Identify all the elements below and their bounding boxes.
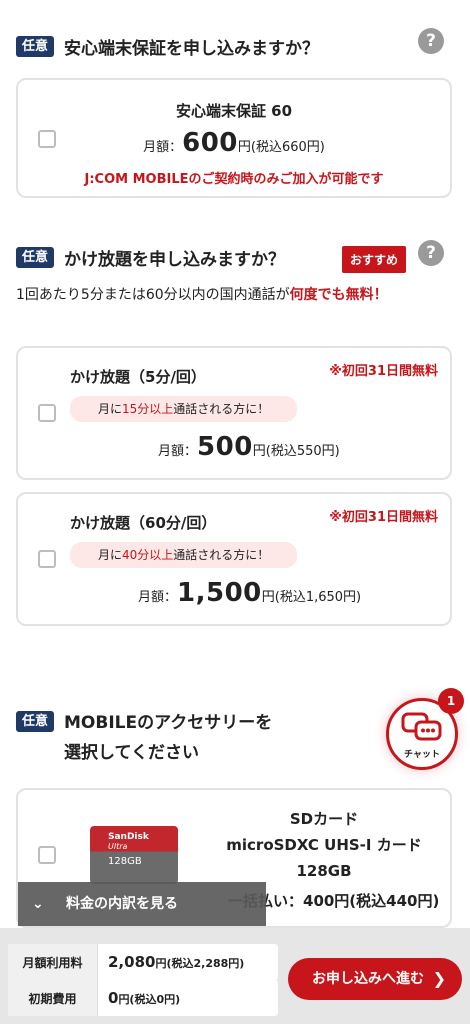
accessory-name: SDカード microSDXC UHS-I カード 128GB <box>198 806 450 884</box>
section-title: 安心端末保証を申し込みますか？ <box>64 39 320 59</box>
section-title: かけ放題を申し込みますか？ <box>64 250 286 270</box>
monthly-fee-tax: 円(税込2,288円) <box>155 957 245 970</box>
optional-badge: 任意 <box>16 247 55 268</box>
kakehodai-5min-checkbox[interactable] <box>38 404 56 422</box>
pill-text: 通話される方に！ <box>173 402 270 416</box>
monthly-fee-value: 2,080円(税込2,288円) <box>98 953 244 971</box>
sd-capacity-text: 128GB <box>108 856 142 867</box>
price-suffix: 円(税込550円) <box>252 444 340 459</box>
chat-icon <box>401 712 442 741</box>
section-title-line: MOBILEのアクセサリーを <box>64 713 273 733</box>
initial-fee-tax: 円(税込0円) <box>118 993 181 1006</box>
chat-label: チャット <box>404 750 440 760</box>
price-prefix: 月額： <box>158 444 198 459</box>
apply-button-label: お申し込みへ進む <box>312 971 424 987</box>
accessory-name-line: microSDXC UHS-I カード <box>226 836 422 854</box>
usage-pill: 月に15分以上通話される方に！ <box>70 396 298 422</box>
sd-card-checkbox[interactable] <box>38 846 56 864</box>
kakehodai-5min-card[interactable]: かけ放題（5分/回） ※初回31日間無料 月に15分以上通話される方に！ 月額：… <box>16 346 452 480</box>
sd-brand-text: SanDisk <box>108 832 149 842</box>
desc-text: 1回あたり5分または60分以内の国内通話が <box>16 287 290 303</box>
accessory-name-line: 128GB <box>296 862 352 880</box>
price-suffix: 円(税込1,650円) <box>261 590 362 605</box>
desc-highlight: 何度でも無料！ <box>289 287 388 303</box>
price-value: 600 <box>182 128 238 158</box>
plan-name: 安心端末保証 60 <box>175 102 293 120</box>
price-line: 月額：1,500円(税込1,650円) <box>138 578 361 608</box>
price-prefix: 月額： <box>138 590 178 605</box>
kakehodai-60min-card[interactable]: かけ放題（60分/回） ※初回31日間無料 月に40分以上通話される方に！ 月額… <box>16 492 452 626</box>
free-trial-note: ※初回31日間無料 <box>329 364 438 379</box>
apply-button[interactable]: お申し込みへ進む ❯ <box>288 958 462 1000</box>
initial-fee-label: 初期費用 <box>8 980 98 1016</box>
accessory-name-line: SDカード <box>289 810 359 828</box>
chat-notification-badge: 1 <box>438 688 464 714</box>
section-title-line: 選択してください <box>64 743 199 763</box>
chevron-down-icon: ⌄ <box>32 896 44 912</box>
plan-name: かけ放題（5分/回） <box>70 368 206 386</box>
price-line: 月額：500円(税込550円) <box>158 432 340 462</box>
pill-text: 月に <box>98 402 123 416</box>
guarantee-section-header: 任意 安心端末保証を申し込みますか？ <box>16 34 454 59</box>
sd-card-image: SanDisk Ultra 128GB <box>90 826 178 884</box>
help-icon[interactable]: ? <box>418 240 444 266</box>
pill-highlight: 40分以上 <box>122 548 174 562</box>
fee-breakdown-toggle[interactable]: ⌄ 料金の内訳を見る <box>18 882 266 926</box>
pill-text: 月に <box>98 548 123 562</box>
monthly-fee-row: 月額利用料 2,080円(税込2,288円) <box>8 944 278 980</box>
monthly-fee-label: 月額利用料 <box>8 944 98 980</box>
breakdown-label: 料金の内訳を見る <box>66 896 178 912</box>
sd-series-text: Ultra <box>108 842 128 851</box>
monthly-fee-amount: 2,080 <box>108 953 156 971</box>
initial-fee-row: 初期費用 0円(税込0円) <box>8 980 278 1016</box>
pill-highlight: 15分以上 <box>122 402 174 416</box>
price-prefix: 月額： <box>143 140 183 155</box>
recommend-badge: おすすめ <box>342 246 407 273</box>
initial-fee-amount: 0 <box>108 989 119 1007</box>
price-suffix: 円(税込660円) <box>237 140 325 155</box>
price-value: 500 <box>197 432 253 462</box>
plan-name: かけ放題（60分/回） <box>70 514 217 532</box>
optional-badge: 任意 <box>16 36 55 57</box>
kakehodai-60min-checkbox[interactable] <box>38 550 56 568</box>
chevron-right-icon: ❯ <box>432 969 446 988</box>
optional-badge: 任意 <box>16 711 55 732</box>
price-footer: 月額利用料 2,080円(税込2,288円) 初期費用 0円(税込0円) お申し… <box>0 928 470 1024</box>
section-title: MOBILEのアクセサリーを 選択してください <box>64 708 272 768</box>
usage-pill: 月に40分以上通話される方に！ <box>70 542 298 568</box>
help-icon[interactable]: ? <box>418 28 444 54</box>
price-value: 1,500 <box>177 578 262 608</box>
guarantee-option-card[interactable]: 安心端末保証 60 月額：600円(税込660円) J:COM MOBILEのご… <box>16 78 452 198</box>
kakehodai-description: 1回あたり5分または60分以内の国内通話が何度でも無料！ <box>16 282 454 308</box>
initial-fee-value: 0円(税込0円) <box>98 989 180 1007</box>
price-line: 月額：600円(税込660円) <box>18 128 450 158</box>
free-trial-note: ※初回31日間無料 <box>329 510 438 525</box>
pill-text: 通話される方に！ <box>173 548 270 562</box>
contract-note: J:COM MOBILEのご契約時のみご加入が可能です <box>84 172 384 187</box>
